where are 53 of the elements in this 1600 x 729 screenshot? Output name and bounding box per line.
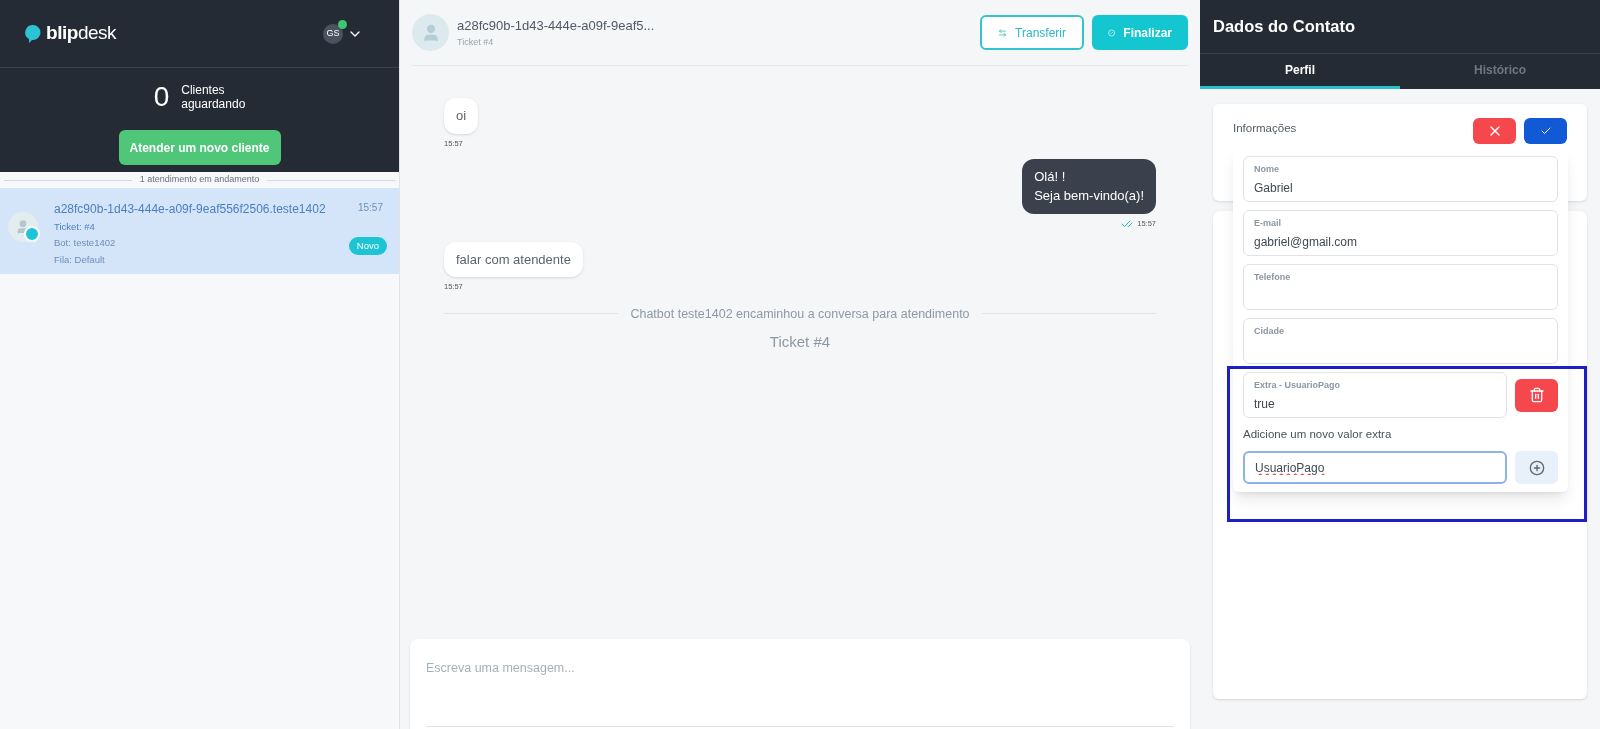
new-client-button[interactable]: Atender um novo cliente	[118, 130, 281, 165]
form-field[interactable]: Nome Gabriel	[1243, 156, 1558, 202]
add-button[interactable]	[1515, 451, 1558, 485]
section-label: 1 atendimento em andamento	[139, 173, 260, 187]
delete-button[interactable]	[1515, 378, 1558, 412]
ticket-item[interactable]: a28fc90b-1d43-444e-a09f-9eaf556f2506.teste1402 15:57 Ticket: #4 Bot: teste1402 Fila: Default Novo	[0, 188, 399, 274]
field-value: true	[1254, 395, 1276, 413]
form-field[interactable]: E-mail gabriel@gmail.com	[1243, 210, 1558, 256]
field-value: Gabriel	[1254, 179, 1294, 197]
tab[interactable]: Histórico	[1400, 54, 1600, 89]
ticket-queue: Fila: Default	[54, 252, 106, 267]
form-field[interactable]: Extra - UsuarioPago true	[1243, 372, 1507, 418]
trash-icon	[1528, 387, 1545, 403]
field-label: Extra - UsuarioPago	[1254, 379, 1342, 392]
add-extra-label: Adicione um novo valor extra	[1243, 427, 1393, 442]
waiting-label: aguardando	[181, 97, 246, 111]
extra-input[interactable]: UsuarioPago	[1243, 451, 1507, 485]
finish-button[interactable]: Finalizar	[1092, 15, 1188, 50]
message-input[interactable]: Escreva uma mensagem...	[426, 659, 1174, 727]
ticket-time: 15:57	[357, 201, 383, 215]
logo: blipdesk	[46, 21, 117, 46]
waiting-label: Clientes	[181, 83, 226, 97]
logo-icon	[24, 24, 42, 43]
form-field[interactable]: Telefone	[1243, 264, 1558, 310]
transfer-button[interactable]: Transferir	[980, 15, 1084, 50]
new-badge: Novo	[348, 236, 387, 255]
outgoing-message: Olá! ! Seja bem-vindo(a)!	[1022, 158, 1156, 214]
check-icon	[1539, 125, 1552, 137]
ticket-bot: Bot: teste1402	[54, 236, 116, 251]
incoming-message: oi	[444, 98, 479, 134]
plus-icon	[1528, 459, 1545, 476]
form-field[interactable]: Cidade	[1243, 318, 1558, 364]
field-value: gabriel@gmail.com	[1254, 233, 1358, 251]
waiting-count: 0	[153, 80, 170, 114]
cancel-button[interactable]	[1473, 118, 1516, 144]
panel-title: Dados do Contato	[1213, 16, 1356, 38]
ticket-number: Ticket: #4	[54, 220, 96, 234]
tab[interactable]: Perfil	[1200, 54, 1400, 89]
chat-subtitle: Ticket #4	[457, 35, 495, 49]
field-label: Telefone	[1254, 271, 1292, 284]
chat-title: a28fc90b-1d43-444e-a09f-9eaf5...	[457, 17, 655, 35]
ticket-label: Ticket #4	[769, 332, 831, 353]
incoming-message: falar com atendente	[444, 241, 583, 278]
user-avatar[interactable]: GS	[323, 23, 343, 44]
avatar-icon	[412, 14, 449, 51]
section-title: Informações	[1233, 121, 1297, 136]
ticket-title: a28fc90b-1d43-444e-a09f-9eaf556f2506.teste1402	[54, 201, 326, 218]
notice-text: Chatbot teste1402 encaminhou a conversa para atendimento	[630, 305, 970, 323]
confirm-button[interactable]	[1524, 118, 1567, 144]
field-label: E-mail	[1254, 217, 1282, 230]
message-composer[interactable]: Escreva uma mensagem...	[410, 639, 1190, 729]
field-label: Nome	[1254, 163, 1280, 176]
field-label: Cidade	[1254, 325, 1285, 338]
